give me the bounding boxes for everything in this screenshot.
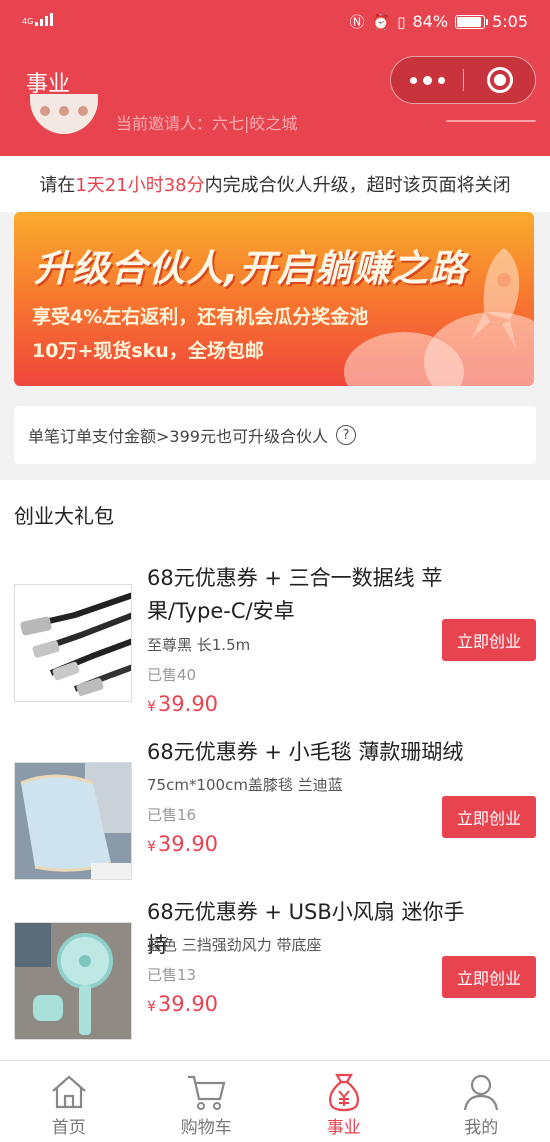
status-bar: 4G Ⓝ ⏰ ▯ 84% 5:05: [0, 0, 550, 44]
countdown: 1天21小时38分: [75, 175, 205, 196]
money-bag-icon: [328, 1073, 359, 1112]
product-spec: 至尊黑 长1.5m: [147, 636, 251, 654]
vibrate-icon: ▯: [397, 12, 406, 31]
notice-suffix: 内完成合伙人升级，超时该页面将关闭: [204, 175, 511, 196]
notice-prefix: 请在: [39, 175, 76, 196]
divider: [446, 120, 536, 122]
signal-bars-icon: [35, 12, 54, 26]
upgrade-tip: 单笔订单支付金额>399元也可升级合伙人 ?: [14, 406, 536, 464]
section-title: 创业大礼包: [14, 504, 114, 528]
tab-label: 事业: [326, 1118, 361, 1138]
product-item[interactable]: 68元优惠券 + USB小风扇 迷你手持 蓝色 三挡强劲风力 带底座 已售13 …: [0, 900, 550, 1062]
price-value: 39.90: [157, 692, 219, 716]
clock: 5:05: [492, 12, 528, 31]
tab-label: 购物车: [180, 1118, 232, 1138]
dot-icon: [422, 75, 432, 85]
nfc-icon: Ⓝ: [349, 13, 365, 31]
starter-pack-section: 创业大礼包 68元优惠券 + 三合一数据线 苹果/Type-C/安卓 至尊黑 长…: [0, 480, 550, 1060]
miniprogram-capsule: [390, 56, 536, 104]
battery-icon: [455, 14, 489, 29]
tab-cart[interactable]: 购物车: [138, 1061, 276, 1142]
close-miniprogram-button[interactable]: [487, 67, 513, 93]
product-title: 68元优惠券 + 小毛毯 薄款珊瑚绒: [147, 740, 464, 764]
sold-count: 已售16: [147, 806, 197, 824]
home-icon: [52, 1075, 86, 1109]
sold-count: 已售13: [147, 966, 197, 984]
banner-line: 享受4%左右返利，还有机会瓜分奖金池: [32, 306, 369, 328]
start-business-button[interactable]: 立即创业: [442, 619, 536, 661]
product-spec: 蓝色 三挡强劲风力 带底座: [147, 936, 322, 954]
product-item[interactable]: 68元优惠券 + 三合一数据线 苹果/Type-C/安卓 至尊黑 长1.5m 已…: [0, 562, 550, 716]
currency-symbol: ¥: [147, 839, 156, 855]
product-image-fan[interactable]: [14, 922, 132, 1040]
signal-indicator: 4G: [22, 12, 54, 26]
tab-mine[interactable]: 我的: [413, 1061, 550, 1142]
product-image-cable[interactable]: [14, 584, 132, 702]
promo-banner[interactable]: 升级合伙人,开启躺赚之路 享受4%左右返利，还有机会瓜分奖金池 10万+现货sk…: [14, 212, 534, 386]
user-icon: [464, 1074, 499, 1111]
product-price: ¥39.90: [147, 692, 218, 716]
tab-home[interactable]: 首页: [0, 1061, 138, 1142]
avatar: [30, 94, 98, 134]
alarm-icon: ⏰: [371, 12, 391, 31]
sold-count: 已售40: [147, 666, 197, 684]
tab-label: 首页: [51, 1118, 86, 1138]
banner-title: 升级合伙人,开启躺赚之路: [34, 247, 468, 290]
banner-line: 10万+现货sku，全场包邮: [32, 340, 264, 362]
start-business-button[interactable]: 立即创业: [442, 796, 536, 838]
product-price: ¥39.90: [147, 992, 218, 1016]
more-menu-button[interactable]: [391, 57, 463, 103]
tab-label: 我的: [464, 1118, 499, 1138]
product-price: ¥39.90: [147, 832, 218, 856]
dot-icon: [409, 76, 417, 84]
tab-business[interactable]: 事业: [275, 1061, 413, 1142]
tip-text: 单笔订单支付金额>399元也可升级合伙人: [28, 427, 328, 446]
product-item[interactable]: 68元优惠券 + 小毛毯 薄款珊瑚绒 75cm*100cm盖膝毯 兰迪蓝 已售1…: [0, 740, 550, 902]
help-icon[interactable]: ?: [335, 425, 356, 445]
nav-bar: 事业 当前邀请人：六七|皎之城: [0, 44, 550, 156]
product-spec: 75cm*100cm盖膝毯 兰迪蓝: [147, 776, 343, 794]
start-business-button[interactable]: 立即创业: [442, 956, 536, 998]
inviter-text: 当前邀请人：六七|皎之城: [116, 114, 298, 133]
tab-bar: 首页 购物车 事业 我的: [0, 1060, 550, 1142]
price-value: 39.90: [157, 992, 219, 1016]
currency-symbol: ¥: [147, 999, 156, 1015]
network-type: 4G: [22, 17, 34, 26]
capsule-divider: [463, 69, 464, 91]
upgrade-notice: 请在 1天21小时38分 内完成合伙人升级，超时该页面将关闭: [0, 156, 550, 212]
cart-icon: [188, 1075, 226, 1110]
price-value: 39.90: [157, 832, 219, 856]
product-title: 68元优惠券 + 三合一数据线 苹果/Type-C/安卓: [147, 566, 443, 623]
currency-symbol: ¥: [147, 699, 156, 715]
product-image-blanket[interactable]: [14, 762, 132, 880]
battery-percent: 84%: [412, 12, 449, 31]
dot-icon: [437, 76, 445, 84]
